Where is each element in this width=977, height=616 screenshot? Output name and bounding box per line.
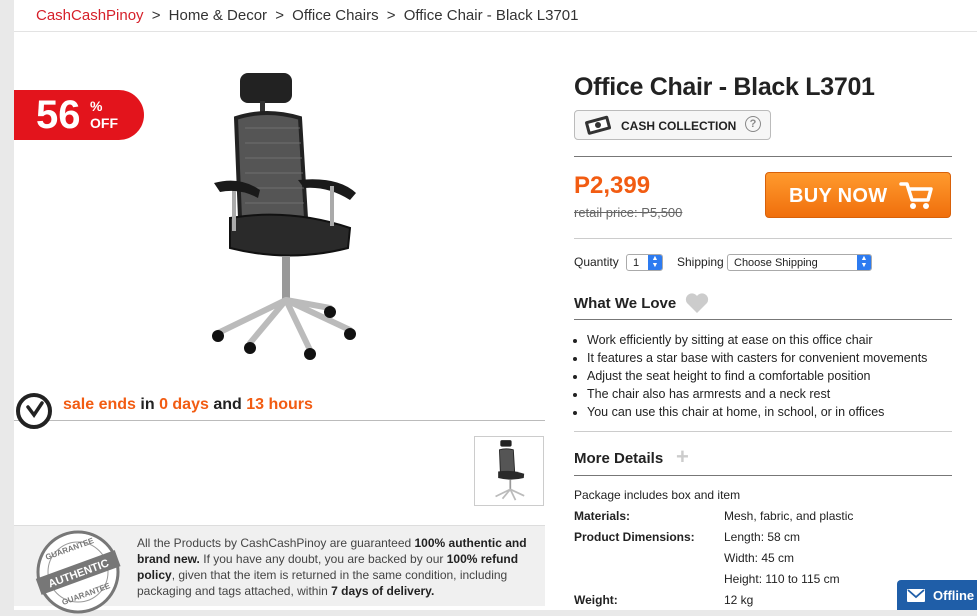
shipping-select[interactable]: Choose Shipping ▲ ▼ [727, 254, 872, 271]
chat-offline-button[interactable]: Offline [897, 580, 977, 610]
what-we-love-list: Work efficiently by sitting at ease on t… [570, 331, 967, 421]
discount-number: 56 [36, 93, 81, 137]
guarantee-text: All the Products by CashCashPinoy are gu… [137, 535, 527, 599]
guarantee-text-part: All the Products by CashCashPinoy are gu… [137, 536, 415, 550]
cash-collection-label: CASH COLLECTION [621, 119, 737, 133]
product-title: Office Chair - Black L3701 [574, 73, 875, 101]
divider [574, 319, 952, 320]
guarantee-days-bold: 7 days of delivery. [331, 584, 435, 598]
product-page: CashCashPinoy > Home & Decor > Office Ch… [14, 0, 977, 614]
cart-icon [899, 182, 933, 209]
guarantee-text-part: , given that the item is returned in the… [137, 568, 508, 598]
breadcrumb-current: Office Chair - Black L3701 [403, 7, 579, 24]
chevron-updown-icon: ▲ ▼ [648, 255, 662, 270]
breadcrumb-separator: > [386, 7, 396, 24]
package-includes: Package includes box and item [574, 488, 741, 502]
discount-off: OFF [90, 115, 118, 131]
product-thumbnail[interactable] [474, 436, 544, 506]
sale-hours: 13 hours [246, 396, 313, 413]
divider [574, 238, 952, 239]
more-details-heading: More Details [574, 450, 664, 467]
buy-now-button[interactable]: BUY NOW [765, 172, 951, 218]
spec-value: Mesh, fabric, and plastic [724, 509, 854, 523]
divider [574, 431, 952, 432]
sale-ends-label: sale ends [63, 396, 136, 413]
divider [574, 156, 952, 157]
divider [574, 475, 952, 476]
quantity-label: Quantity [574, 255, 619, 269]
spec-key: Materials: [574, 509, 631, 523]
sale-ends-text: sale ends in 0 days and 13 hours [63, 396, 313, 414]
sale-in-label: in [140, 396, 155, 413]
breadcrumb-home-link[interactable]: CashCashPinoy [36, 7, 144, 24]
product-image[interactable] [200, 68, 360, 363]
authentic-guarantee-seal: AUTHENTIC GUARANTEE GUARANTEE [35, 530, 121, 614]
chevron-updown-icon: ▲ ▼ [857, 255, 871, 270]
discount-badge: 56 % OFF [14, 90, 144, 140]
spec-value: Length: 58 cm [724, 530, 801, 544]
spec-key: Weight: [574, 593, 618, 607]
guarantee-box: AUTHENTIC GUARANTEE GUARANTEE All the Pr… [14, 525, 545, 614]
breadcrumb-separator: > [275, 7, 284, 24]
plus-icon[interactable]: + [676, 446, 689, 468]
list-item: The chair also has armrests and a neck r… [587, 385, 967, 403]
clock-icon [16, 393, 52, 429]
help-icon[interactable]: ? [745, 116, 761, 132]
retail-price: retail price: P5,500 [574, 205, 683, 220]
sale-days: 0 days [159, 396, 209, 413]
heart-icon[interactable] [685, 292, 709, 314]
spec-value: Width: 45 cm [724, 551, 795, 565]
mail-icon [907, 589, 925, 602]
list-item: You can use this chair at home, in schoo… [587, 403, 967, 421]
breadcrumb-home-decor[interactable]: Home & Decor [169, 7, 267, 24]
current-price: P2,399 [574, 172, 651, 199]
shipping-value: Choose Shipping [734, 257, 818, 269]
sale-countdown: sale ends in 0 days and 13 hours [14, 384, 545, 429]
list-item: It features a star base with casters for… [587, 349, 967, 367]
list-item: Adjust the seat height to find a comfort… [587, 367, 967, 385]
guarantee-text-part: If you have any doubt, you are backed by… [199, 552, 447, 566]
shipping-label: Shipping [677, 255, 724, 269]
breadcrumb-office-chairs[interactable]: Office Chairs [292, 7, 378, 24]
what-we-love-heading: What We Love [574, 295, 677, 312]
divider [14, 31, 977, 32]
breadcrumb-separator: > [151, 7, 161, 24]
spec-value: 12 kg [724, 593, 754, 607]
buy-now-label: BUY NOW [789, 185, 888, 207]
chair-thumbnail-image [495, 440, 525, 501]
quantity-value: 1 [633, 257, 640, 269]
chat-status-label: Offline [933, 588, 975, 603]
discount-percent: % [90, 98, 103, 114]
spec-value: Height: 110 to 115 cm [724, 572, 840, 586]
sale-and-label: and [213, 396, 242, 413]
spec-key: Product Dimensions: [574, 530, 695, 544]
list-item: Work efficiently by sitting at ease on t… [587, 331, 967, 349]
cash-icon [585, 115, 611, 135]
cash-collection-button[interactable]: CASH COLLECTION ? [574, 110, 771, 140]
breadcrumb: CashCashPinoy > Home & Decor > Office Ch… [36, 7, 579, 24]
quantity-select[interactable]: 1 ▲ ▼ [626, 254, 663, 271]
